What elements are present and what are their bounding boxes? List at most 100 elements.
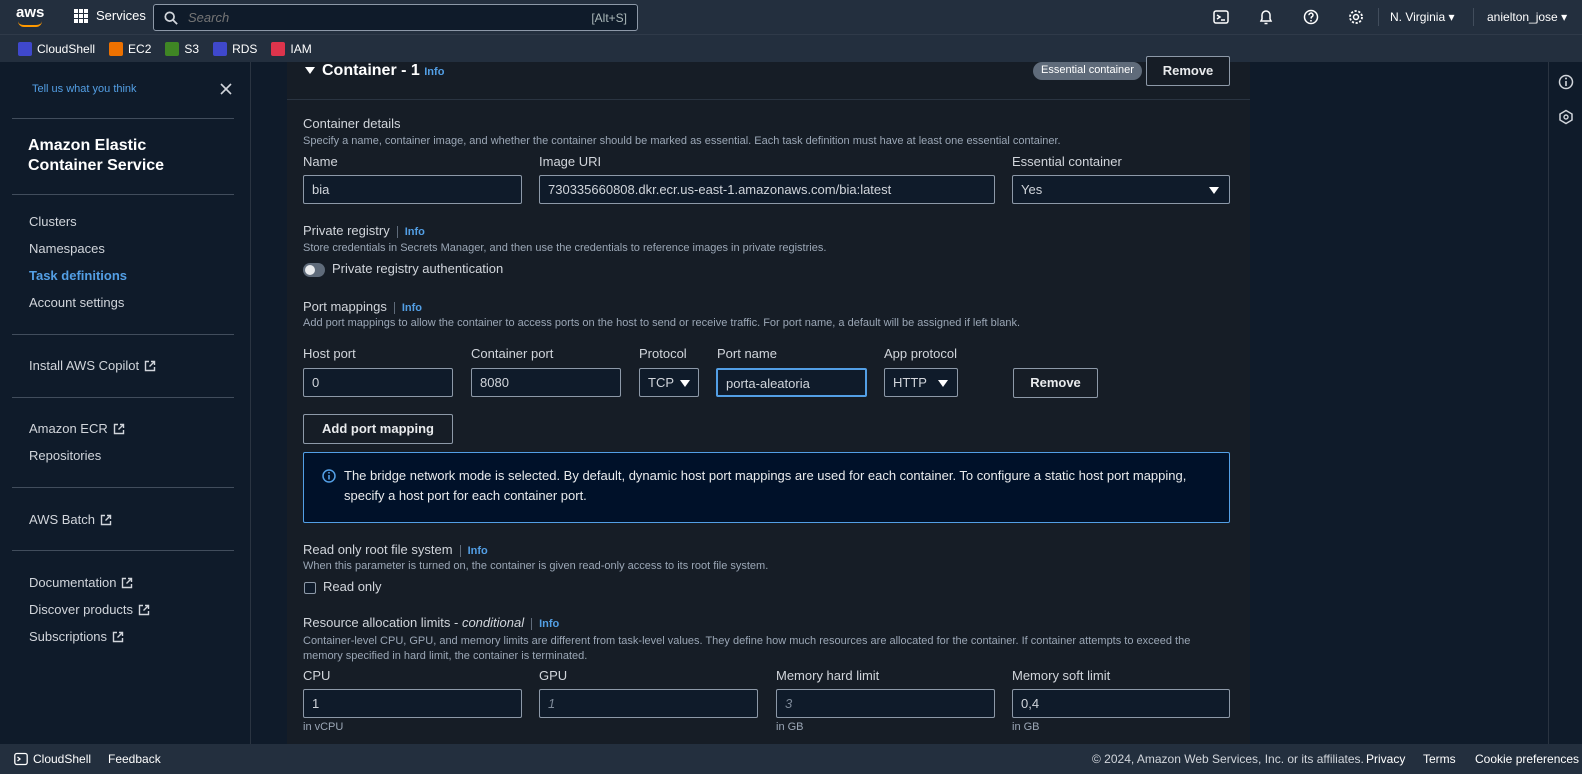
info-link[interactable]: Info (539, 618, 559, 630)
essential-container-select[interactable]: Yes (1012, 175, 1230, 204)
service-title-line: Amazon Elastic (28, 137, 147, 154)
sidebar-item-label: Namespaces (29, 241, 105, 256)
sidebar-item-label: Amazon ECR (29, 421, 108, 436)
info-link[interactable]: Info (402, 302, 422, 314)
chevron-down-icon: ▾ (1561, 10, 1568, 24)
container-title-text: Container - 1 (322, 62, 420, 79)
search-box[interactable]: [Alt+S] (153, 4, 638, 31)
region-selector[interactable]: N. Virginia ▾ (1390, 10, 1455, 24)
container-panel: Container - 1 Info Essential container R… (287, 56, 1250, 744)
caret-down-icon (1209, 187, 1219, 194)
sidebar-item-account-settings[interactable]: Account settings (29, 295, 124, 310)
container-port-input[interactable]: 8080 (471, 368, 621, 397)
services-label: Services (96, 8, 146, 23)
host-port-label: Host port (303, 346, 356, 361)
footer-cookie-preferences-link[interactable]: Cookie preferences (1475, 752, 1579, 766)
favorite-cloudshell[interactable]: CloudShell (18, 41, 95, 56)
app-protocol-select[interactable]: HTTP (884, 368, 958, 397)
sidebar-divider (12, 194, 234, 195)
sidebar-item-aws-batch[interactable]: AWS Batch (29, 512, 112, 527)
feedback-link[interactable]: Tell us what you think (32, 83, 137, 95)
info-panel-icon[interactable] (1558, 74, 1574, 90)
external-link-icon (113, 423, 124, 434)
sidebar-item-clusters[interactable]: Clusters (29, 214, 77, 229)
services-menu-button[interactable]: Services (74, 8, 146, 23)
memory-soft-limit-input[interactable]: 0,4 (1012, 689, 1230, 718)
resource-limits-heading: Resource allocation limits - conditional… (303, 615, 559, 630)
sidebar-item-repositories[interactable]: Repositories (29, 448, 101, 463)
favorite-label: RDS (232, 41, 258, 56)
footer-terms-link[interactable]: Terms (1423, 752, 1456, 766)
private-registry-toggle-label: Private registry authentication (332, 261, 504, 276)
footer-cloudshell-link[interactable]: CloudShell (33, 752, 91, 766)
container-port-label: Container port (471, 346, 554, 361)
aws-smile-icon (18, 21, 42, 27)
info-link[interactable]: Info (424, 66, 444, 78)
footer-privacy-link[interactable]: Privacy (1366, 752, 1405, 766)
collapse-caret-icon[interactable] (305, 67, 315, 74)
cloudshell-icon[interactable] (1213, 9, 1229, 25)
name-label: Name (303, 154, 338, 169)
host-port-input[interactable]: 0 (303, 368, 453, 397)
sidebar-item-label: Install AWS Copilot (29, 358, 140, 373)
sidebar-item-amazon-ecr[interactable]: Amazon ECR (29, 421, 125, 436)
container-details-heading: Container details (303, 116, 401, 131)
favorite-rds[interactable]: RDS (213, 41, 258, 56)
cloudshell-icon[interactable] (14, 752, 28, 766)
account-menu[interactable]: anielton_jose ▾ (1487, 10, 1567, 24)
caret-down-icon (938, 380, 948, 387)
gpu-input[interactable]: 1 (539, 689, 758, 718)
favorite-s3[interactable]: S3 (165, 41, 199, 56)
close-icon[interactable] (219, 82, 233, 96)
sidebar-item-task-definitions[interactable]: Task definitions (29, 268, 127, 283)
image-uri-label: Image URI (539, 154, 602, 169)
sidebar-divider (12, 397, 234, 398)
image-uri-input[interactable]: 730335660808.dkr.ecr.us-east-1.amazonaws… (539, 175, 995, 204)
s3-service-icon (165, 41, 180, 56)
sidebar-item-label: Account settings (29, 295, 125, 310)
port-mappings-heading: Port mappings Info (303, 299, 422, 314)
cpu-unit-hint: in vCPU (303, 721, 344, 733)
app-protocol-label: App protocol (884, 346, 957, 361)
sidebar-item-subscriptions[interactable]: Subscriptions (29, 629, 124, 644)
learn-hexagon-icon[interactable] (1558, 109, 1574, 125)
private-registry-toggle[interactable] (303, 263, 325, 277)
settings-gear-icon[interactable] (1348, 9, 1364, 25)
footer-feedback-link[interactable]: Feedback (108, 752, 161, 766)
right-tools-rail (1548, 62, 1582, 744)
service-title[interactable]: Amazon Elastic Container Service (28, 136, 164, 176)
top-navigation: aws Services [Alt+S] N. Virginia ▾ aniel… (0, 0, 1582, 34)
app-protocol-value: HTTP (893, 375, 927, 390)
favorite-ec2[interactable]: EC2 (109, 41, 151, 56)
memory-hard-unit-hint: in GB (776, 721, 804, 733)
remove-container-button[interactable]: Remove (1146, 56, 1230, 86)
favorite-iam[interactable]: IAM (271, 41, 312, 56)
memory-hard-limit-input[interactable]: 3 (776, 689, 995, 718)
sidebar-item-label: AWS Batch (29, 512, 95, 527)
name-input[interactable]: bia (303, 175, 522, 204)
sidebar-item-discover-products[interactable]: Discover products (29, 602, 150, 617)
favorites-bar: CloudShell EC2 S3 RDS IAM (0, 34, 1582, 62)
add-port-mapping-button[interactable]: Add port mapping (303, 414, 453, 444)
notifications-bell-icon[interactable] (1258, 9, 1274, 25)
info-link[interactable]: Info (468, 545, 488, 557)
sidebar-item-namespaces[interactable]: Namespaces (29, 241, 105, 256)
search-input[interactable] (188, 10, 592, 25)
essential-container-value: Yes (1021, 182, 1043, 197)
container-details-description: Specify a name, container image, and whe… (303, 135, 1061, 147)
protocol-select[interactable]: TCP (639, 368, 699, 397)
aws-logo[interactable]: aws (16, 4, 46, 30)
sidebar-item-install-copilot[interactable]: Install AWS Copilot (29, 358, 156, 373)
cpu-input[interactable]: 1 (303, 689, 522, 718)
sidebar-item-documentation[interactable]: Documentation (29, 575, 133, 590)
read-only-fs-description: When this parameter is turned on, the co… (303, 560, 769, 572)
info-link[interactable]: Info (405, 226, 425, 238)
remove-port-mapping-button[interactable]: Remove (1013, 368, 1098, 398)
sidebar-item-label: Subscriptions (29, 629, 108, 644)
help-icon[interactable] (1303, 9, 1319, 25)
read-only-fs-heading: Read only root file system Info (303, 542, 488, 557)
read-only-checkbox[interactable] (304, 582, 316, 594)
port-name-input[interactable]: porta-aleatoria (716, 368, 867, 397)
protocol-value: TCP (648, 375, 674, 390)
search-shortcut-hint: [Alt+S] (591, 10, 627, 25)
